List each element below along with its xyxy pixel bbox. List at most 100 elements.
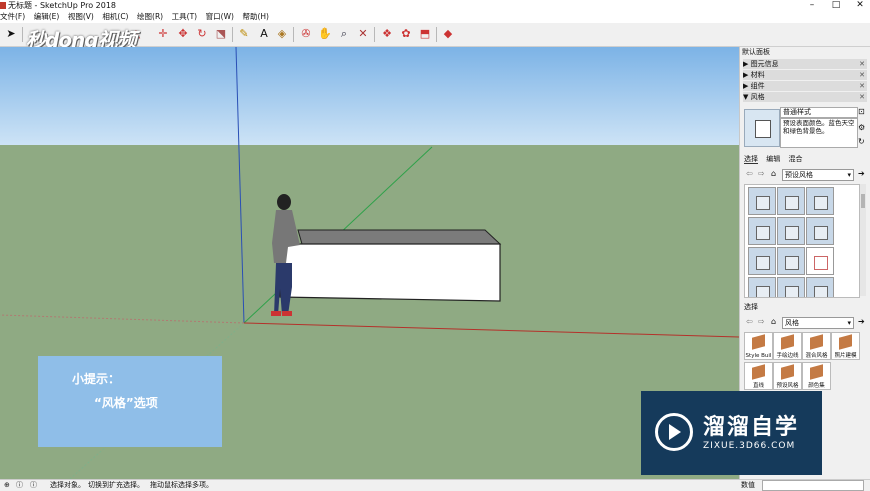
menu-edit[interactable]: 编辑(E)	[34, 11, 60, 23]
tip-title: 小提示：	[72, 372, 121, 386]
scale-icon[interactable]: ⬔	[213, 26, 229, 42]
style-description-field[interactable]: 预设表面颜色。蓝色天空和绿色背景色。	[780, 118, 858, 148]
styles-thumbnail-grid	[744, 184, 860, 298]
section-materials[interactable]: ▶ 材料 ✕	[743, 70, 867, 80]
section-styles[interactable]: ▼ 风格 ✕	[743, 92, 867, 102]
mix-select-label: 选择	[744, 303, 758, 311]
style-thumbnail[interactable]	[806, 247, 834, 275]
red-axis	[243, 322, 739, 338]
menu-window[interactable]: 窗口(W)	[206, 11, 234, 23]
zoom-icon[interactable]: ⌕	[336, 26, 352, 42]
minimize-button[interactable]: –	[802, 0, 822, 11]
style-library-dropdown[interactable]: 预设风格 ▾	[782, 169, 854, 181]
menu-file[interactable]: 文件(F)	[0, 11, 25, 23]
collection-item[interactable]: 混合风格	[802, 332, 831, 360]
collection-item[interactable]: 预设风格	[773, 362, 802, 390]
style-thumbnail[interactable]	[748, 247, 776, 275]
watermark-overlay: 溜溜自学 ZIXUE.3D66.COM	[641, 391, 822, 475]
style-collections-grid: Style Buil 手绘边线 混合风格 照片建模 直线 预设风格 颜色集	[744, 332, 862, 392]
collection-item[interactable]: 直线	[744, 362, 773, 390]
section-components[interactable]: ▶ 组件 ✕	[743, 81, 867, 91]
rotate-icon[interactable]: ↻	[194, 26, 210, 42]
style-thumbnail[interactable]	[777, 187, 805, 215]
blue-axis	[235, 47, 245, 324]
pan-icon[interactable]: ✋	[317, 26, 333, 42]
style-name-field[interactable]: 普通样式	[780, 107, 858, 118]
close-icon: ✕	[859, 71, 865, 79]
move-cross-icon[interactable]: ✥	[175, 26, 191, 42]
style-thumbnail[interactable]	[777, 277, 805, 297]
style-refresh-icon[interactable]: ↻	[858, 137, 865, 146]
style-thumbnail[interactable]	[806, 277, 834, 297]
close-icon: ✕	[859, 82, 865, 90]
style-secondary-pane-icon[interactable]: ⚙	[858, 123, 865, 132]
ruby-icon[interactable]: ◆	[440, 26, 456, 42]
close-button[interactable]: ✕	[850, 0, 870, 11]
thumbnail-scrollbar[interactable]	[860, 184, 866, 296]
select-icon[interactable]: ➤	[3, 26, 19, 42]
menu-help[interactable]: 帮助(H)	[242, 11, 269, 23]
collection-item[interactable]: 手绘边线	[773, 332, 802, 360]
details-arrow-icon[interactable]: ➔	[858, 317, 865, 326]
style-thumbnail[interactable]	[806, 217, 834, 245]
close-icon: ✕	[859, 60, 865, 68]
style-thumbnail[interactable]	[777, 247, 805, 275]
styles-tabs: 选择 编辑 混合	[744, 154, 808, 164]
paint-bucket-icon[interactable]: ◈	[274, 26, 290, 42]
tape-icon[interactable]: ✎	[236, 26, 252, 42]
move-icon[interactable]: ✛	[155, 26, 171, 42]
style-thumbnail[interactable]	[777, 217, 805, 245]
watermark-url: ZIXUE.3D66.COM	[703, 441, 796, 451]
chevron-down-icon: ▾	[847, 319, 851, 327]
sketchup-app-icon	[0, 2, 6, 9]
model-viewport[interactable]: 小提示： “风格”选项	[0, 47, 739, 479]
maximize-button[interactable]: □	[826, 0, 846, 11]
share-icon[interactable]: ⬒	[417, 26, 433, 42]
title-bar: 无标题 - SketchUp Pro 2018 – □ ✕	[0, 0, 870, 11]
red-axis-dotted	[0, 314, 245, 324]
style-thumbnail[interactable]	[748, 217, 776, 245]
warehouse-icon[interactable]: ❖	[379, 26, 395, 42]
text-icon[interactable]: A	[256, 26, 272, 42]
tab-select[interactable]: 选择	[744, 155, 758, 164]
style-thumbnail[interactable]	[748, 187, 776, 215]
menu-bar: 文件(F) 编辑(E) 视图(V) 相机(C) 绘图(R) 工具(T) 窗口(W…	[0, 11, 870, 23]
style-thumbnail[interactable]	[748, 277, 776, 297]
forward-icon[interactable]: ⇨	[758, 317, 765, 326]
play-icon	[655, 413, 693, 451]
style-update-icon[interactable]: ⊡	[858, 107, 865, 116]
home-icon[interactable]: ⌂	[771, 317, 776, 326]
menu-tools[interactable]: 工具(T)	[172, 11, 197, 23]
tip-text: “风格”选项	[94, 396, 158, 410]
orbit-icon[interactable]: ✇	[298, 26, 314, 42]
mix-library-dropdown[interactable]: 风格 ▾	[782, 317, 854, 329]
collection-item[interactable]: 照片建模	[831, 332, 860, 360]
tip-box: 小提示： “风格”选项	[38, 356, 222, 447]
box-top	[297, 229, 502, 245]
extension-icon[interactable]: ✿	[398, 26, 414, 42]
back-icon[interactable]: ⇦	[746, 169, 753, 178]
tab-mix[interactable]: 混合	[788, 155, 802, 163]
watermark-title: 溜溜自学	[703, 415, 800, 440]
status-bar: ⊕ ⓘ ⓘ 选择对象。 切换到扩充选择。 拖动鼠标选择多项。 数值	[0, 479, 870, 491]
measurements-box[interactable]	[762, 480, 864, 491]
back-icon[interactable]: ⇦	[746, 317, 753, 326]
home-icon[interactable]: ⌂	[771, 169, 776, 178]
tray-title: 默认面板	[742, 48, 770, 56]
style-preview-thumbnail	[744, 109, 780, 147]
chevron-down-icon: ▾	[847, 171, 851, 179]
collection-item[interactable]: Style Buil	[744, 332, 773, 360]
box-front	[279, 243, 501, 302]
window-title: 无标题 - SketchUp Pro 2018	[8, 1, 116, 10]
section-entity-info[interactable]: ▶ 图元信息 ✕	[743, 59, 867, 69]
collection-item[interactable]: 颜色集	[802, 362, 831, 390]
close-icon: ✕	[859, 93, 865, 101]
details-arrow-icon[interactable]: ➔	[858, 169, 865, 178]
zoom-extents-icon[interactable]: ✕	[355, 26, 371, 42]
style-thumbnail[interactable]	[806, 187, 834, 215]
menu-camera[interactable]: 相机(C)	[102, 11, 128, 23]
menu-draw[interactable]: 绘图(R)	[137, 11, 163, 23]
menu-view[interactable]: 视图(V)	[68, 11, 94, 23]
forward-icon[interactable]: ⇨	[758, 169, 765, 178]
tab-edit[interactable]: 编辑	[766, 155, 780, 163]
